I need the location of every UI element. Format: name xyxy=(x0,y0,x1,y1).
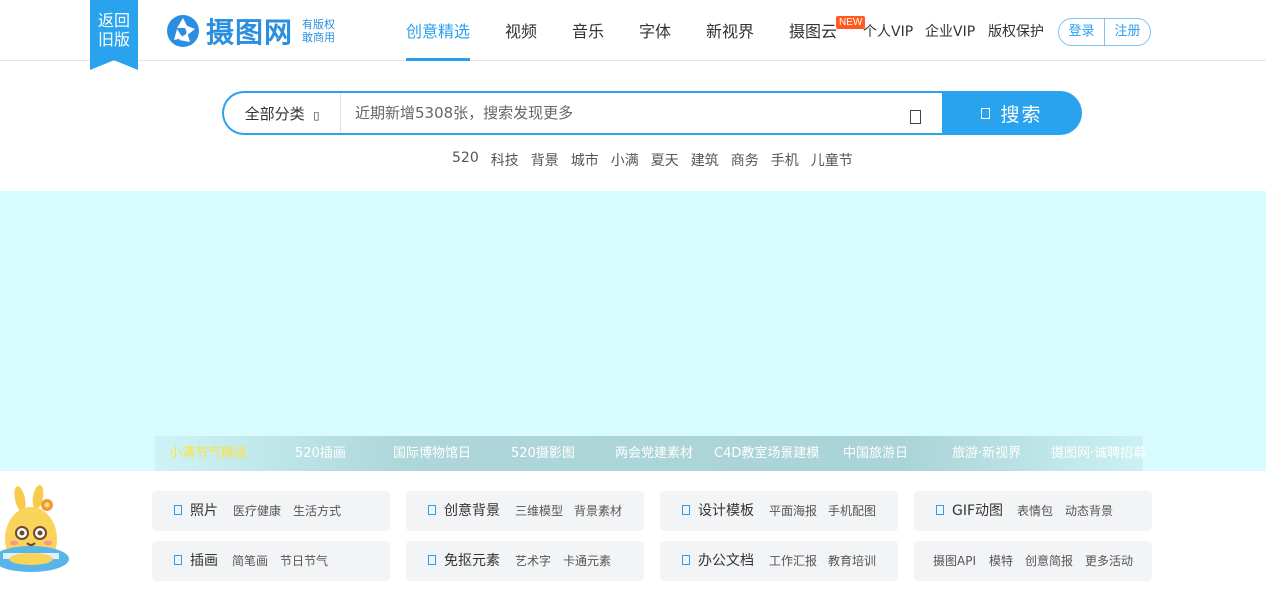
banner-tab[interactable]: 摄图网·诚聘招募 xyxy=(1051,436,1146,471)
banner-tab[interactable]: C4D教室场景建模 xyxy=(714,436,819,471)
enterprise-vip-link[interactable]: 企业VIP xyxy=(925,0,975,64)
quick-link-cutout-elements[interactable]: 免抠元素 艺术字 卡通元素 xyxy=(406,541,644,581)
quick-link-title[interactable]: 设计模板 xyxy=(698,491,754,531)
register-button[interactable]: 注册 xyxy=(1104,19,1150,45)
hot-keyword[interactable]: 建筑 xyxy=(691,150,719,170)
logo-camera-shutter-icon xyxy=(167,15,199,47)
hot-keyword[interactable]: 城市 xyxy=(571,150,599,170)
back-to-old-version-button[interactable]: 返回 旧版 xyxy=(90,0,138,70)
hot-keyword[interactable]: 科技 xyxy=(491,150,519,170)
banner-tab[interactable]: 旅游·新视界 xyxy=(952,436,1021,471)
camera-icon[interactable] xyxy=(910,110,921,124)
search-box: 全部分类 ▯ xyxy=(222,91,962,135)
hot-keyword[interactable]: 商务 xyxy=(731,150,759,170)
quick-link-sub[interactable]: 节日节气 xyxy=(280,541,328,581)
quick-link-creative-bg[interactable]: 创意背景 三维模型 背景素材 xyxy=(406,491,644,531)
quick-link-sub[interactable]: 表情包 xyxy=(1017,491,1053,531)
search-button-label: 搜索 xyxy=(1000,103,1043,126)
gif-icon xyxy=(936,505,944,515)
quick-link-sub[interactable]: 简笔画 xyxy=(232,541,268,581)
document-icon xyxy=(682,555,690,565)
personal-vip-link[interactable]: 个人VIP xyxy=(863,0,913,64)
banner-tab[interactable]: 小满节气精选 xyxy=(169,436,247,471)
nav-video[interactable]: 视频 xyxy=(505,0,537,60)
banner-tab[interactable]: 国际博物馆日 xyxy=(393,436,471,471)
logo-slogan-line-1: 有版权 xyxy=(302,18,336,31)
quick-link-sub[interactable]: 手机配图 xyxy=(828,491,876,531)
hot-keyword[interactable]: 小满 xyxy=(611,150,639,170)
hot-keyword[interactable]: 夏天 xyxy=(651,150,679,170)
quick-link-sub[interactable]: 艺术字 xyxy=(515,541,551,581)
nav-fonts[interactable]: 字体 xyxy=(639,0,671,60)
element-icon xyxy=(428,555,436,565)
banner-tab[interactable]: 520摄影图 xyxy=(511,436,575,471)
quick-link-sub[interactable]: 模特 xyxy=(989,541,1013,581)
hot-keyword[interactable]: 520 xyxy=(452,150,479,170)
banner-tabs: 小满节气精选 520插画 国际博物馆日 520摄影图 两会党建素材 C4D教室场… xyxy=(155,436,1146,471)
quick-link-title[interactable]: 插画 xyxy=(190,541,218,581)
quick-link-sub[interactable]: 工作汇报 xyxy=(769,541,817,581)
quick-link-illustration[interactable]: 插画 简笔画 节日节气 xyxy=(152,541,390,581)
copyright-protection-link[interactable]: 版权保护 xyxy=(988,0,1044,64)
logo-text: 摄图网 xyxy=(206,16,294,49)
hot-keyword[interactable]: 背景 xyxy=(531,150,559,170)
quick-link-sub[interactable]: 动态背景 xyxy=(1065,491,1113,531)
new-badge: NEW xyxy=(836,16,866,29)
category-select[interactable]: 全部分类 ▯ xyxy=(224,93,341,133)
nav-cloud[interactable]: 摄图云 xyxy=(789,0,837,60)
hot-keywords: 520 科技 背景 城市 小满 夏天 建筑 商务 手机 儿童节 xyxy=(452,150,865,170)
quick-link-sub[interactable]: 生活方式 xyxy=(293,491,341,531)
logo-slogan: 有版权 敢商用 xyxy=(302,18,335,44)
old-version-line-2: 旧版 xyxy=(97,30,130,49)
top-header: 返回 旧版 摄图网 有版权 敢商用 创意精选 视频 音乐 字体 新视界 摄图云 … xyxy=(0,0,1266,70)
auth-buttons: 登录 注册 xyxy=(1058,18,1151,46)
logo-slogan-line-2: 敢商用 xyxy=(302,31,336,44)
hero-banner[interactable]: 小满节气精选 520插画 国际博物馆日 520摄影图 两会党建素材 C4D教室场… xyxy=(0,191,1266,471)
nav-creative-picks[interactable]: 创意精选 xyxy=(406,0,471,61)
quick-link-sub[interactable]: 创意简报 xyxy=(1025,541,1073,581)
quick-link-sub[interactable]: 背景素材 xyxy=(574,491,622,531)
quick-link-sub[interactable]: 卡通元素 xyxy=(563,541,611,581)
quick-link-more: 摄图API 模特 创意简报 更多活动 xyxy=(914,541,1152,581)
site-logo[interactable]: 摄图网 有版权 敢商用 xyxy=(166,13,335,49)
search-input[interactable] xyxy=(341,93,901,133)
quick-link-sub[interactable]: 平面海报 xyxy=(769,491,817,531)
quick-link-title[interactable]: 免抠元素 xyxy=(444,541,500,581)
quick-link-design-template[interactable]: 设计模板 平面海报 手机配图 xyxy=(660,491,898,531)
category-select-label: 全部分类 xyxy=(244,105,305,123)
quick-link-title[interactable]: 办公文档 xyxy=(698,541,754,581)
search-bar: 全部分类 ▯ 搜索 xyxy=(222,91,1082,135)
quick-link-title[interactable]: GIF动图 xyxy=(952,491,1003,531)
banner-tab[interactable]: 520插画 xyxy=(295,436,346,471)
old-version-line-1: 返回 xyxy=(97,11,130,30)
chevron-down-icon: ▯ xyxy=(313,109,320,122)
photo-icon xyxy=(174,505,182,515)
nav-music[interactable]: 音乐 xyxy=(572,0,604,60)
banner-tab[interactable]: 两会党建素材 xyxy=(615,436,693,471)
quick-link-title[interactable]: 照片 xyxy=(190,491,218,531)
quick-link-gif[interactable]: GIF动图 表情包 动态背景 xyxy=(914,491,1152,531)
template-icon xyxy=(682,505,690,515)
illustration-icon xyxy=(174,555,182,565)
quick-link-sub[interactable]: 三维模型 xyxy=(515,491,563,531)
background-icon xyxy=(428,505,436,515)
quick-link-office-docs[interactable]: 办公文档 工作汇报 教育培训 xyxy=(660,541,898,581)
hot-keyword[interactable]: 手机 xyxy=(771,150,799,170)
quick-link-title[interactable]: 创意背景 xyxy=(444,491,500,531)
mascot-character-icon[interactable] xyxy=(0,485,82,585)
login-button[interactable]: 登录 xyxy=(1059,19,1104,45)
search-button[interactable]: 搜索 xyxy=(942,91,1082,135)
quick-link-sub[interactable]: 医疗健康 xyxy=(233,491,281,531)
quick-link-sub[interactable]: 教育培训 xyxy=(828,541,876,581)
hot-keyword[interactable]: 儿童节 xyxy=(811,150,853,170)
quick-link-sub[interactable]: 更多活动 xyxy=(1085,541,1133,581)
quick-link-sub[interactable]: 摄图API xyxy=(933,541,976,581)
nav-new-vision[interactable]: 新视界 xyxy=(706,0,754,60)
search-icon xyxy=(981,107,991,119)
banner-tab[interactable]: 中国旅游日 xyxy=(843,436,908,471)
quick-link-photo[interactable]: 照片 医疗健康 生活方式 xyxy=(152,491,390,531)
